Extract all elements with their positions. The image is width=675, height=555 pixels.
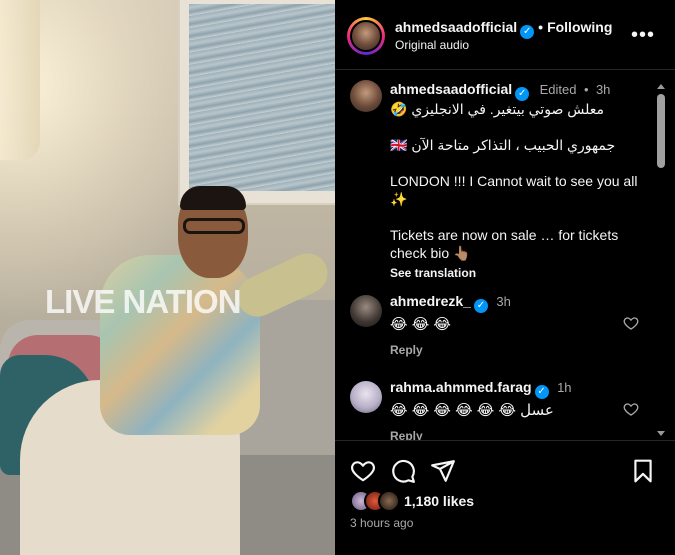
comment-item: ahmedrezk_ ✓ 3h 😂 😂 😂 Reply	[335, 293, 655, 373]
verified-icon: ✓	[515, 87, 530, 101]
comment-time[interactable]: 1h	[557, 380, 571, 395]
post-username[interactable]: ahmedsaadofficial	[395, 19, 517, 35]
liked-by-avatars[interactable]	[350, 490, 410, 512]
comments-list[interactable]: ahmedsaadofficial ✓ Edited • 3h معلش صوتي…	[335, 70, 675, 440]
comment-time[interactable]: 3h	[496, 294, 510, 309]
caption-avatar[interactable]	[350, 80, 382, 112]
commenter-avatar[interactable]	[350, 295, 382, 327]
commenter-avatar[interactable]	[350, 381, 382, 413]
avatar[interactable]	[350, 20, 382, 52]
comment-header: rahma.ahmmed.farag ✓ 1h	[390, 379, 572, 399]
wall-art-frame	[178, 0, 335, 205]
person-shirt	[100, 255, 260, 435]
likes-count[interactable]: 1,180 likes	[404, 493, 474, 509]
see-translation-link[interactable]: See translation	[390, 264, 650, 282]
reply-button[interactable]: Reply	[390, 343, 423, 357]
verified-icon: ✓	[520, 25, 535, 39]
story-ring[interactable]	[347, 17, 385, 55]
bookmark-save-icon[interactable]	[630, 458, 656, 484]
comment-item: rahma.ahmmed.farag ✓ 1h عسل 😂 😂 😂 😂 😂 😂 R…	[335, 379, 655, 440]
caption-time[interactable]: 3h	[596, 82, 610, 97]
comment-text: عسل 😂 😂 😂 😂 😂 😂	[390, 402, 554, 419]
caption-text: معلش صوتي بيتغير. في الانجليزي 🤣 🇬🇧 جمهو…	[390, 100, 650, 282]
caption-line: Tickets are now on sale … for tickets ch…	[390, 227, 619, 261]
verified-icon: ✓	[473, 299, 488, 313]
lamp-shade	[0, 0, 40, 160]
edited-label: Edited	[539, 82, 577, 97]
scroll-down-arrow-icon[interactable]	[657, 431, 665, 436]
comments-scrollbar[interactable]	[655, 80, 667, 440]
more-horizontal-icon[interactable]: •••	[631, 24, 655, 47]
post-actions: 1,180 likes 3 hours ago	[335, 440, 675, 555]
person-glasses	[183, 218, 245, 234]
caption-line: 🇬🇧 جمهوري الحبيب ، التذاكر متاحة الآن	[390, 137, 616, 153]
caption-header: ahmedsaadofficial ✓ Edited • 3h	[390, 81, 610, 101]
like-comment-heart-icon[interactable]	[623, 315, 639, 331]
caption-line: LONDON !!! I Cannot wait to see you all …	[390, 173, 638, 207]
comment-text: 😂 😂 😂	[390, 316, 451, 333]
post-header: ahmedsaadofficial ✓ • Following Original au…	[335, 0, 675, 70]
like-heart-icon[interactable]	[350, 458, 376, 484]
live-nation-watermark: LIVE NATION	[45, 283, 242, 320]
comment-username[interactable]: rahma.ahmmed.farag	[390, 379, 532, 395]
caption-username[interactable]: ahmedsaadofficial	[390, 81, 512, 97]
liker-avatar	[378, 490, 400, 512]
comment-header: ahmedrezk_ ✓ 3h	[390, 293, 511, 313]
separator-dot: •	[583, 82, 589, 97]
comment-username[interactable]: ahmedrezk_	[390, 293, 471, 309]
scroll-up-arrow-icon[interactable]	[657, 84, 665, 89]
comment-bubble-icon[interactable]	[390, 458, 416, 484]
like-comment-heart-icon[interactable]	[623, 401, 639, 417]
person-hair	[180, 186, 246, 210]
post-media[interactable]: LIVE NATION	[0, 0, 335, 555]
separator-dot: •	[538, 19, 544, 35]
original-audio-link[interactable]: Original audio	[395, 38, 469, 52]
share-paper-plane-icon[interactable]	[430, 458, 456, 484]
scrollbar-thumb[interactable]	[657, 94, 665, 168]
post-panel: ahmedsaadofficial ✓ • Following Original au…	[335, 0, 675, 555]
header-user-line: ahmedsaadofficial ✓ • Following	[395, 19, 612, 39]
verified-icon: ✓	[534, 385, 549, 399]
post-timestamp[interactable]: 3 hours ago	[350, 516, 413, 530]
following-button[interactable]: Following	[547, 19, 612, 35]
reply-button[interactable]: Reply	[390, 429, 423, 440]
caption-line: معلش صوتي بيتغير. في الانجليزي 🤣	[390, 101, 604, 117]
